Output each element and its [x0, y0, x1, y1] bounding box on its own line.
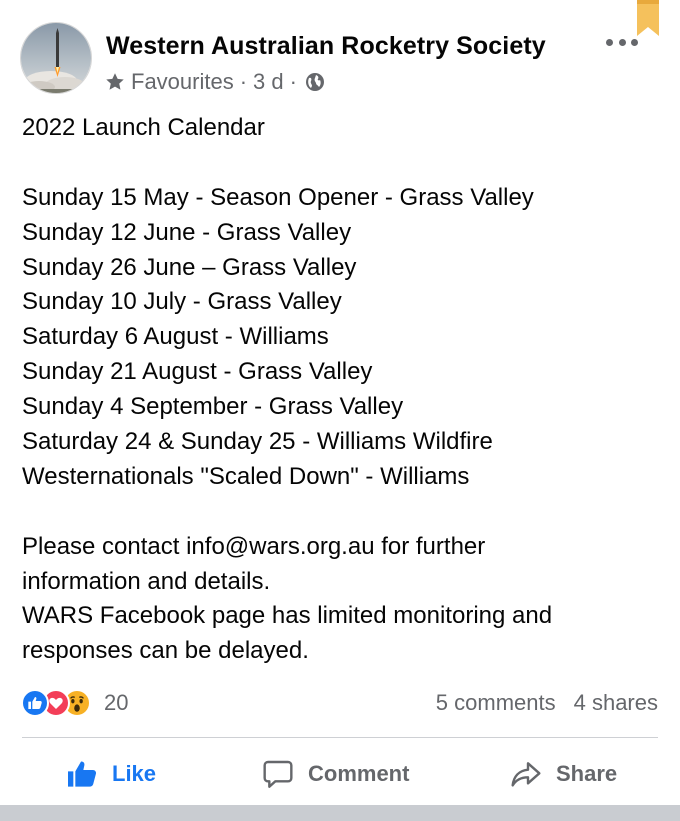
post-line: information and details. [22, 567, 271, 595]
post-line: responses can be delayed. [22, 637, 309, 665]
post-line: Sunday 21 August - Grass Valley [22, 358, 373, 386]
bookmark-icon[interactable] [637, 0, 659, 36]
post-line: Sunday 15 May - Season Opener - Grass Va… [22, 183, 534, 211]
share-icon [511, 762, 541, 787]
post-line: Please contact info@wars.org.au for furt… [22, 532, 486, 560]
reaction-count[interactable]: 20 [104, 690, 128, 716]
page-name[interactable]: Western Australian Rocketry Society [106, 32, 546, 61]
post-line: Westernationals "Scaled Down" - Williams [22, 462, 470, 490]
post-meta: Favourites · 3 d · [104, 68, 325, 96]
thumbs-up-icon [68, 761, 97, 787]
post-line: Sunday 4 September - Grass Valley [22, 393, 404, 421]
globe-icon [305, 73, 324, 91]
post-time[interactable]: 3 d [253, 69, 284, 95]
like-label: Like [112, 761, 157, 786]
like-reaction-icon [21, 689, 49, 717]
feed-separator [0, 805, 680, 821]
star-icon [106, 73, 124, 90]
post-line-blank [22, 495, 662, 530]
page-avatar[interactable] [20, 22, 92, 94]
like-button[interactable]: Like [66, 756, 156, 792]
post-line: Sunday 10 July - Grass Valley [22, 288, 342, 316]
separator-dot: · [239, 69, 248, 94]
divider [22, 737, 658, 738]
post-body: 2022 Launch Calendar Sunday 15 May - Sea… [22, 111, 662, 669]
engagement-counts: 5 comments 4 shares [436, 690, 658, 716]
comments-count[interactable]: 5 comments [436, 690, 556, 716]
post-line: Sunday 26 June – Grass Valley [22, 253, 357, 281]
facebook-post: Western Australian Rocketry Society Favo… [0, 0, 680, 805]
post-line-blank [22, 146, 662, 181]
post-line: Saturday 6 August - Williams [22, 323, 329, 351]
comment-label: Comment [308, 761, 410, 786]
post-line: WARS Facebook page has limited monitorin… [22, 602, 553, 630]
post-line: 2022 Launch Calendar [22, 114, 265, 141]
separator-dot: · [289, 69, 297, 94]
share-label: Share [556, 761, 618, 786]
favourites-label: Favourites [131, 69, 234, 94]
share-button[interactable]: Share [510, 756, 617, 792]
shares-count[interactable]: 4 shares [574, 690, 658, 716]
reactions-summary[interactable]: 20 [21, 689, 128, 717]
post-line: Sunday 12 June - Grass Valley [22, 218, 352, 246]
post-line: Saturday 24 & Sunday 25 - Williams Wildf… [22, 428, 493, 456]
more-options-icon[interactable] [606, 36, 638, 48]
rocket-launch-photo [21, 23, 91, 93]
comment-button[interactable]: Comment [262, 756, 409, 792]
comment-icon [263, 760, 293, 788]
